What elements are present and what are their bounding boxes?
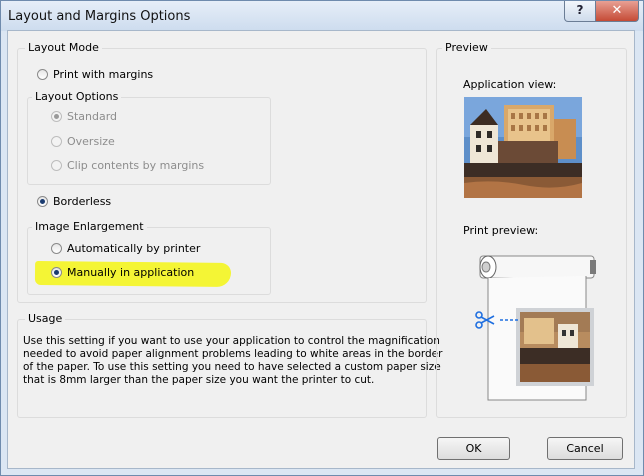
radio-circle[interactable] [51, 111, 62, 122]
usage-label: Usage [25, 312, 66, 325]
cancel-button[interactable]: Cancel [547, 437, 623, 460]
application-view-label: Application view: [463, 78, 557, 91]
preview-label: Preview [442, 41, 491, 54]
radio-label: Standard [67, 110, 118, 123]
image-enlargement-label: Image Enlargement [32, 220, 147, 233]
print-preview-label: Print preview: [463, 224, 539, 237]
radio-label: Borderless [53, 195, 112, 208]
application-view-image [464, 97, 582, 198]
radio-label: Clip contents by margins [67, 159, 205, 172]
layout-options-label: Layout Options [32, 90, 122, 103]
usage-description: Use this setting if you want to use your… [23, 335, 442, 386]
ok-button[interactable]: OK [437, 437, 510, 460]
radio-circle[interactable] [37, 196, 48, 207]
close-icon: ✕ [611, 3, 623, 18]
radio-circle[interactable] [51, 160, 62, 171]
help-button[interactable]: ? [564, 1, 596, 22]
close-button[interactable]: ✕ [595, 1, 639, 22]
print-preview-diagram [475, 255, 596, 401]
radio-circle[interactable] [51, 136, 62, 147]
radio-circle[interactable] [37, 69, 48, 80]
radio-label: Automatically by printer [67, 242, 201, 255]
radio-circle[interactable] [51, 243, 62, 254]
radio-label: Oversize [67, 135, 115, 148]
radio-circle[interactable] [51, 267, 62, 278]
radio-label: Print with margins [53, 68, 154, 81]
title-bar: Layout and Margins Options ? ✕ [1, 1, 643, 31]
radio-label: Manually in application [67, 266, 195, 279]
window-title: Layout and Margins Options [8, 9, 191, 24]
help-icon: ? [576, 3, 584, 17]
layout-mode-label: Layout Mode [25, 41, 102, 54]
